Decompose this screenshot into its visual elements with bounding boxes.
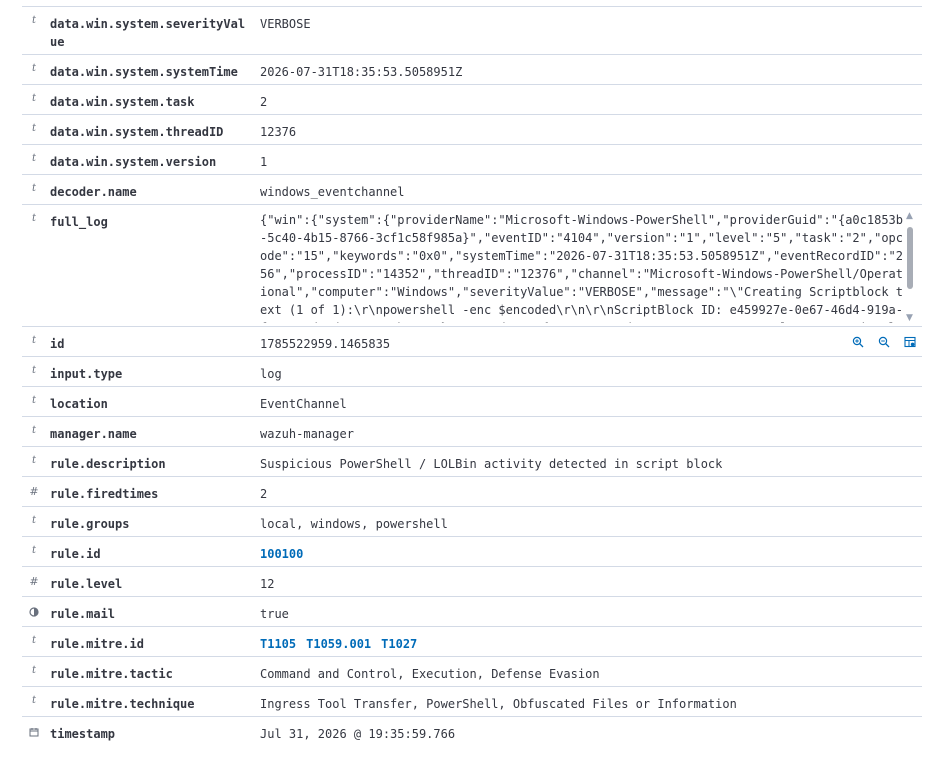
string-type-icon: t bbox=[31, 213, 37, 224]
field-name: id bbox=[50, 337, 65, 351]
table-row: t location EventChannel bbox=[22, 387, 922, 417]
field-value: 12376 bbox=[260, 125, 297, 139]
table-row: # rule.level 12 bbox=[22, 567, 922, 597]
field-name: input.type bbox=[50, 367, 123, 381]
mitre-id-link[interactable]: T1027 bbox=[381, 637, 417, 651]
field-name: data.win.system.severityValue bbox=[50, 17, 246, 49]
table-row: t data.win.system.version 1 bbox=[22, 145, 922, 175]
table-row: t manager.name wazuh-manager bbox=[22, 417, 922, 447]
field-name: full_log bbox=[50, 215, 108, 229]
field-name: manager.name bbox=[50, 427, 137, 441]
full-log-text[interactable]: {"win":{"system":{"providerName":"Micros… bbox=[260, 211, 904, 323]
field-name: data.win.system.version bbox=[50, 155, 217, 169]
full-log-scrollbar[interactable]: ▲ ▼ bbox=[904, 211, 916, 323]
field-name: rule.groups bbox=[50, 517, 130, 531]
mitre-id-link[interactable]: T1059.001 bbox=[306, 637, 371, 651]
string-type-icon: t bbox=[31, 63, 37, 74]
field-value: windows_eventchannel bbox=[260, 185, 405, 199]
string-type-icon: t bbox=[31, 365, 37, 376]
table-top-border bbox=[22, 0, 922, 7]
zoom-in-icon[interactable] bbox=[850, 335, 866, 349]
table-row: t data.win.system.systemTime 2026-07-31T… bbox=[22, 55, 922, 85]
field-name: data.win.system.threadID bbox=[50, 125, 224, 139]
table-row: t rule.groups local, windows, powershell bbox=[22, 507, 922, 537]
string-type-icon: t bbox=[31, 93, 37, 104]
string-type-icon: t bbox=[31, 153, 37, 164]
field-value: true bbox=[260, 607, 289, 621]
string-type-icon: t bbox=[31, 15, 37, 26]
string-type-icon: t bbox=[31, 395, 37, 406]
field-value: Command and Control, Execution, Defense … bbox=[260, 667, 600, 681]
table-row: t decoder.name windows_eventchannel bbox=[22, 175, 922, 205]
number-type-icon: # bbox=[29, 485, 39, 498]
table-row: t input.type log bbox=[22, 357, 922, 387]
field-name: rule.id bbox=[50, 547, 101, 561]
string-type-icon: t bbox=[31, 123, 37, 134]
field-name: rule.description bbox=[50, 457, 166, 471]
document-table: t data.win.system.severityValue VERBOSE … bbox=[22, 0, 922, 747]
calendar-icon bbox=[27, 725, 41, 739]
field-value: Suspicious PowerShell / LOLBin activity … bbox=[260, 457, 723, 471]
string-type-icon: t bbox=[31, 545, 37, 556]
table-row: t data.win.system.task 2 bbox=[22, 85, 922, 115]
number-type-icon: # bbox=[29, 575, 39, 588]
string-type-icon: t bbox=[31, 665, 37, 676]
field-name: rule.mitre.id bbox=[50, 637, 144, 651]
field-name: rule.firedtimes bbox=[50, 487, 159, 501]
string-type-icon: t bbox=[31, 183, 37, 194]
field-name: rule.level bbox=[50, 577, 123, 591]
mitre-id-link[interactable]: T1105 bbox=[260, 637, 296, 651]
field-name: rule.mail bbox=[50, 607, 116, 621]
chevron-down-icon[interactable]: ▼ bbox=[906, 313, 913, 323]
field-value: wazuh-manager bbox=[260, 427, 354, 441]
table-row: # rule.firedtimes 2 bbox=[22, 477, 922, 507]
field-value: 2 bbox=[260, 487, 268, 501]
zoom-out-icon[interactable] bbox=[876, 335, 892, 349]
table-row: t rule.mitre.technique Ingress Tool Tran… bbox=[22, 687, 922, 717]
field-name: rule.mitre.technique bbox=[50, 697, 195, 711]
string-type-icon: t bbox=[31, 455, 37, 466]
field-value: 2026-07-31T18:35:53.5058951Z bbox=[260, 65, 463, 79]
table-row: t rule.id 100100 bbox=[22, 537, 922, 567]
table-row: t data.win.system.threadID 12376 bbox=[22, 115, 922, 145]
scrollbar-thumb[interactable] bbox=[907, 227, 913, 289]
table-row-full-log: t full_log {"win":{"system":{"providerNa… bbox=[22, 205, 922, 327]
string-type-icon: t bbox=[31, 425, 37, 436]
field-value: Jul 31, 2026 @ 19:35:59.766 bbox=[260, 727, 456, 741]
row-actions bbox=[850, 335, 918, 349]
field-value: 1785522959.1465835 bbox=[260, 337, 391, 351]
field-value: log bbox=[260, 367, 282, 381]
table-row: t rule.mitre.tactic Command and Control,… bbox=[22, 657, 922, 687]
chevron-up-icon[interactable]: ▲ bbox=[906, 211, 913, 221]
field-name: location bbox=[50, 397, 108, 411]
field-value: local, windows, powershell bbox=[260, 517, 448, 531]
field-name: decoder.name bbox=[50, 185, 137, 199]
field-name: data.win.system.task bbox=[50, 95, 195, 109]
table-row: timestamp Jul 31, 2026 @ 19:35:59.766 bbox=[22, 717, 922, 747]
field-value: 2 bbox=[260, 95, 268, 109]
field-value: 12 bbox=[260, 577, 275, 591]
table-row: t rule.mitre.id T1105 T1059.001 T1027 bbox=[22, 627, 922, 657]
field-value: Ingress Tool Transfer, PowerShell, Obfus… bbox=[260, 697, 737, 711]
field-name: data.win.system.systemTime bbox=[50, 65, 238, 79]
mitre-id-list: T1105 T1059.001 T1027 bbox=[260, 635, 910, 653]
field-value: EventChannel bbox=[260, 397, 347, 411]
toggle-column-icon[interactable] bbox=[902, 335, 918, 349]
table-row: t data.win.system.severityValue VERBOSE bbox=[22, 7, 922, 55]
field-value: 1 bbox=[260, 155, 268, 169]
string-type-icon: t bbox=[31, 635, 37, 646]
field-name: timestamp bbox=[50, 727, 116, 741]
string-type-icon: t bbox=[31, 335, 37, 346]
table-row: rule.mail true bbox=[22, 597, 922, 627]
rule-id-link[interactable]: 100100 bbox=[260, 545, 910, 563]
string-type-icon: t bbox=[31, 515, 37, 526]
table-row: t id 1785522959.1465835 bbox=[22, 327, 922, 357]
table-row: t rule.description Suspicious PowerShell… bbox=[22, 447, 922, 477]
field-value: VERBOSE bbox=[260, 17, 311, 31]
string-type-icon: t bbox=[31, 695, 37, 706]
field-name: rule.mitre.tactic bbox=[50, 667, 173, 681]
boolean-type-icon bbox=[27, 605, 41, 619]
